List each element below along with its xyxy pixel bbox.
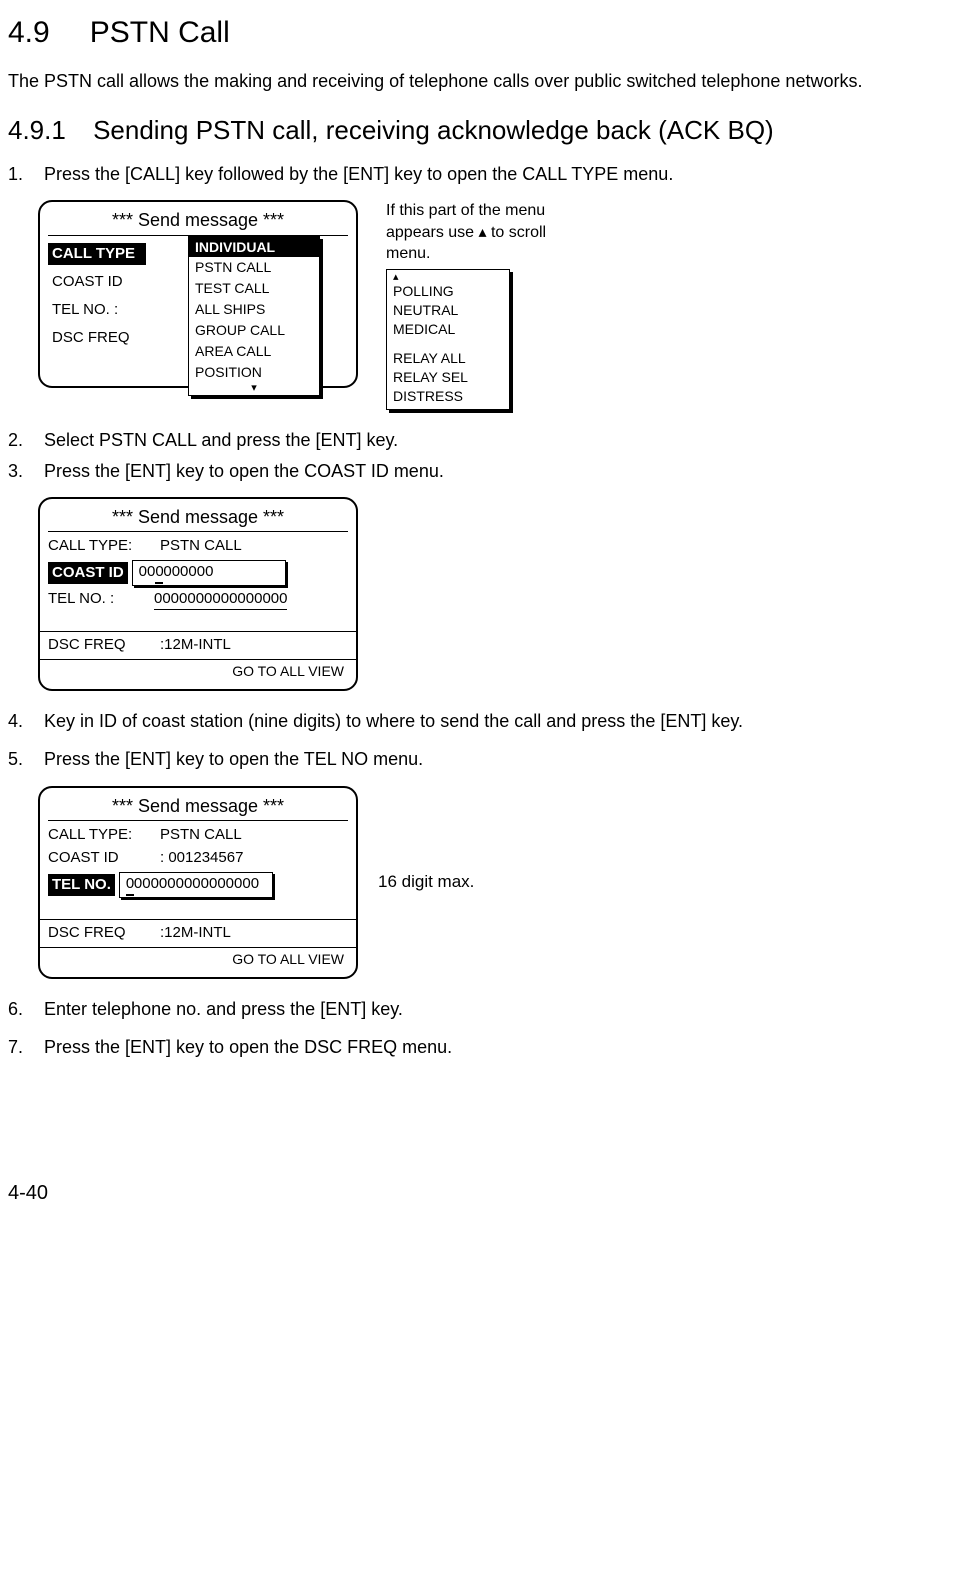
- step-text: Press the [ENT] key to open the COAST ID…: [44, 461, 444, 481]
- side-item-relay-sel[interactable]: RELAY SEL: [393, 368, 503, 387]
- tel-no-input[interactable]: 0000000000000000: [119, 872, 273, 898]
- hint-text: If this part of the menu appears use ▴ t…: [386, 200, 566, 265]
- side-item-neutral[interactable]: NEUTRAL: [393, 301, 503, 320]
- send-message-panel: *** Send message *** CALL TYPE COAST ID …: [38, 200, 358, 388]
- step-4: 4. Key in ID of coast station (nine digi…: [8, 709, 965, 733]
- intro-paragraph: The PSTN call allows the making and rece…: [8, 69, 965, 93]
- steps-list-2: 2. Select PSTN CALL and press the [ENT] …: [8, 428, 965, 483]
- tel-no-label: TEL NO. :: [48, 589, 154, 609]
- dsc-freq-value: :12M-INTL: [160, 635, 231, 655]
- side-item-polling[interactable]: POLLING: [393, 282, 503, 301]
- tel-no-max-note: 16 digit max.: [378, 871, 474, 894]
- step-number: 2.: [8, 428, 23, 452]
- step-number: 6.: [8, 997, 23, 1021]
- section-number: 4.9: [8, 16, 50, 49]
- call-type-value: PSTN CALL: [160, 825, 242, 845]
- call-type-dropdown: INDIVIDUAL PSTN CALL TEST CALL ALL SHIPS…: [188, 236, 320, 396]
- dsc-freq-label: DSC FREQ: [48, 923, 154, 943]
- dropdown-item-position[interactable]: POSITION: [189, 362, 319, 383]
- page-number: 4-40: [8, 1180, 965, 1207]
- step-number: 5.: [8, 747, 23, 771]
- steps-list-4: 6. Enter telephone no. and press the [EN…: [8, 997, 965, 1060]
- coast-id-rest: 000000: [163, 563, 213, 580]
- figure-2: *** Send message *** CALL TYPE: PSTN CAL…: [38, 497, 965, 691]
- panel-title: *** Send message ***: [48, 505, 348, 532]
- call-type-label: CALL TYPE: [48, 243, 146, 265]
- step-text: Press the [ENT] key to open the TEL NO m…: [44, 749, 423, 769]
- section-heading: 4.9 PSTN Call: [8, 6, 965, 55]
- tel-no-label: TEL NO.: [48, 874, 115, 896]
- coast-id-input[interactable]: 000000000: [132, 560, 286, 586]
- step-number: 4.: [8, 709, 23, 733]
- go-to-all-view[interactable]: GO TO ALL VIEW: [48, 950, 348, 969]
- chevron-up-icon[interactable]: ▴: [393, 272, 503, 282]
- panel-title: *** Send message ***: [48, 208, 348, 235]
- call-type-label: CALL TYPE:: [48, 536, 154, 556]
- send-message-panel-tel-no: *** Send message *** CALL TYPE: PSTN CAL…: [38, 786, 358, 979]
- dsc-freq-label: DSC FREQ: [48, 635, 154, 655]
- dropdown-item-pstn-call[interactable]: PSTN CALL: [189, 257, 319, 278]
- call-type-value: PSTN CALL: [160, 536, 242, 556]
- side-item-distress[interactable]: DISTRESS: [393, 387, 503, 406]
- step-6: 6. Enter telephone no. and press the [EN…: [8, 997, 965, 1021]
- tel-no-cursor: 0: [126, 874, 134, 896]
- subsection-title: Sending PSTN call, receiving acknowledge…: [93, 115, 774, 145]
- step-number: 7.: [8, 1035, 23, 1059]
- steps-list: 1. Press the [CALL] key followed by the …: [8, 162, 965, 186]
- figure-1: *** Send message *** CALL TYPE COAST ID …: [38, 200, 965, 410]
- dsc-freq-value: :12M-INTL: [160, 923, 231, 943]
- chevron-down-icon[interactable]: ▾: [189, 383, 319, 393]
- subsection-heading: 4.9.1 Sending PSTN call, receiving ackno…: [8, 113, 965, 148]
- dropdown-item-all-ships[interactable]: ALL SHIPS: [189, 299, 319, 320]
- hint-column: If this part of the menu appears use ▴ t…: [386, 200, 566, 410]
- step-text: Press the [ENT] key to open the DSC FREQ…: [44, 1037, 452, 1057]
- step-3: 3. Press the [ENT] key to open the COAST…: [8, 459, 965, 483]
- step-text: Key in ID of coast station (nine digits)…: [44, 711, 743, 731]
- dropdown-item-group-call[interactable]: GROUP CALL: [189, 320, 319, 341]
- dropdown-item-test-call[interactable]: TEST CALL: [189, 278, 319, 299]
- side-item-medical[interactable]: MEDICAL: [393, 320, 503, 339]
- section-title: PSTN Call: [90, 16, 230, 49]
- side-item-relay-all[interactable]: RELAY ALL: [393, 349, 503, 368]
- step-7: 7. Press the [ENT] key to open the DSC F…: [8, 1035, 965, 1059]
- step-text: Select PSTN CALL and press the [ENT] key…: [44, 430, 398, 450]
- scroll-overflow-box: ▴ POLLING NEUTRAL MEDICAL RELAY ALL RELA…: [386, 269, 510, 410]
- go-to-all-view[interactable]: GO TO ALL VIEW: [48, 662, 348, 681]
- panel-title: *** Send message ***: [48, 794, 348, 821]
- subsection-number: 4.9.1: [8, 115, 66, 145]
- coast-id-value: : 001234567: [160, 848, 243, 868]
- step-text: Press the [CALL] key followed by the [EN…: [44, 164, 673, 184]
- step-5: 5. Press the [ENT] key to open the TEL N…: [8, 747, 965, 771]
- call-type-label: CALL TYPE:: [48, 825, 154, 845]
- dropdown-item-area-call[interactable]: AREA CALL: [189, 341, 319, 362]
- step-2: 2. Select PSTN CALL and press the [ENT] …: [8, 428, 965, 452]
- tel-no-value: 0000000000000000: [154, 589, 287, 610]
- coast-id-prefix: 00: [139, 563, 156, 580]
- step-1: 1. Press the [CALL] key followed by the …: [8, 162, 965, 186]
- figure-3: *** Send message *** CALL TYPE: PSTN CAL…: [38, 786, 965, 979]
- dropdown-item-individual[interactable]: INDIVIDUAL: [189, 237, 319, 258]
- tel-no-rest: 000000000000000: [134, 875, 259, 892]
- coast-id-label: COAST ID: [48, 562, 128, 584]
- step-number: 3.: [8, 459, 23, 483]
- send-message-panel-coast-id: *** Send message *** CALL TYPE: PSTN CAL…: [38, 497, 358, 691]
- step-number: 1.: [8, 162, 23, 186]
- steps-list-3: 4. Key in ID of coast station (nine digi…: [8, 709, 965, 772]
- coast-id-label: COAST ID: [48, 848, 154, 868]
- step-text: Enter telephone no. and press the [ENT] …: [44, 999, 403, 1019]
